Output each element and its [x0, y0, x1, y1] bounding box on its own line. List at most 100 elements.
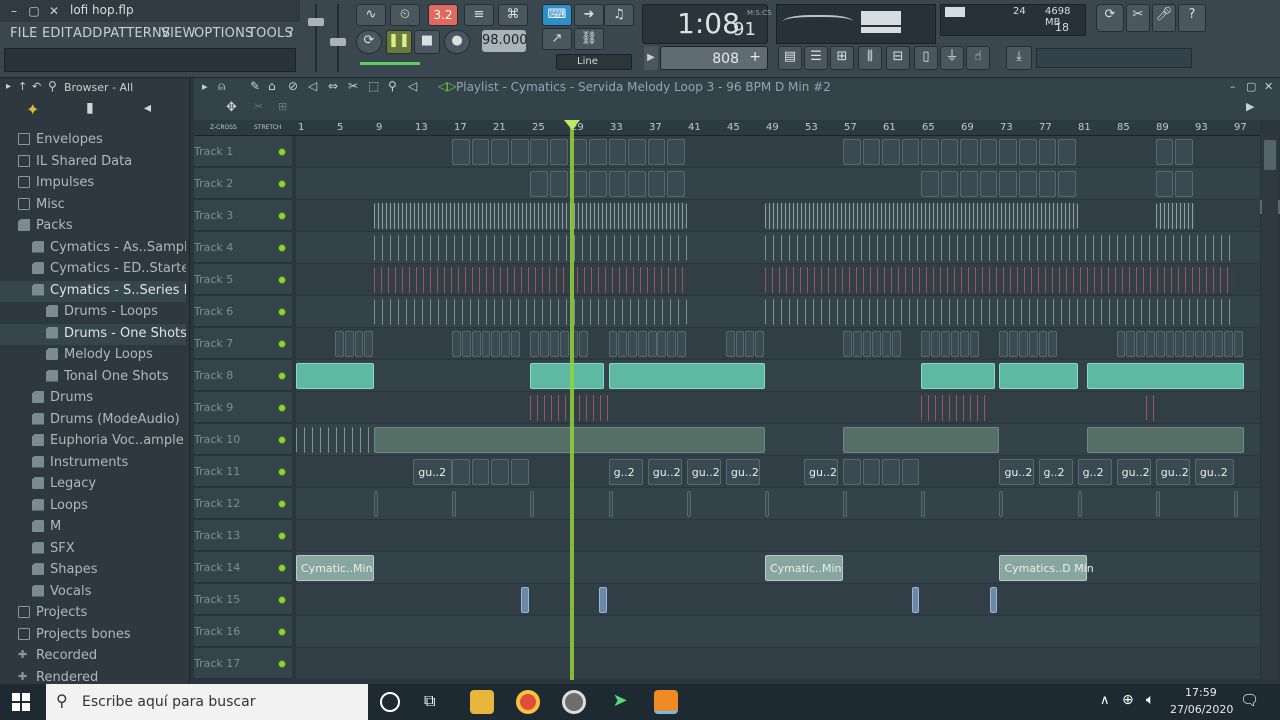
pattern-clip[interactable] — [1136, 331, 1145, 357]
pattern-clip[interactable] — [852, 331, 862, 357]
track-row[interactable] — [296, 392, 1260, 424]
pattern-clip[interactable] — [491, 139, 509, 165]
pattern-clip[interactable] — [725, 331, 735, 357]
pattern-clip[interactable] — [589, 139, 607, 165]
pattern-clip[interactable] — [940, 171, 959, 197]
menu-add[interactable]: ADD — [73, 26, 103, 41]
snap-icon-button[interactable]: ↗ — [542, 28, 572, 50]
pattern-clip[interactable] — [999, 171, 1018, 197]
pattern-clip[interactable] — [335, 331, 344, 357]
plugin-picker-icon[interactable]: ⊟ — [886, 46, 910, 70]
browser-item[interactable]: Envelopes — [0, 130, 186, 151]
touch-icon[interactable]: ☝ — [966, 46, 990, 70]
pattern-selector[interactable]: 808 + — [660, 46, 768, 70]
pattern-clip[interactable] — [296, 427, 375, 453]
pattern-clip[interactable] — [530, 139, 549, 165]
pattern-clip[interactable] — [647, 171, 666, 197]
pattern-clip[interactable] — [1185, 331, 1194, 357]
pattern-clip[interactable] — [530, 491, 535, 517]
notifications-icon[interactable]: 🗨︎ — [1240, 691, 1259, 709]
pattern-clip[interactable] — [882, 459, 900, 485]
browser-item[interactable]: M — [0, 517, 186, 538]
pattern-clip[interactable] — [608, 139, 627, 165]
pattern-clip[interactable] — [921, 395, 990, 421]
pattern-clip[interactable] — [911, 587, 920, 613]
zoom-tool-icon[interactable]: ⚲ — [388, 79, 397, 93]
pattern-clip[interactable] — [344, 331, 354, 357]
pattern-clip[interactable] — [1077, 491, 1082, 517]
track-row[interactable] — [296, 328, 1260, 360]
pattern-clip[interactable] — [628, 331, 637, 357]
pattern-clip[interactable] — [901, 459, 920, 485]
playlist-minimize-icon[interactable]: – — [1230, 80, 1236, 93]
pattern-clip[interactable] — [1038, 139, 1057, 165]
track-row[interactable] — [296, 136, 1260, 168]
pattern-clip[interactable] — [667, 171, 685, 197]
track-mute-led[interactable] — [278, 244, 286, 252]
playhead-marker[interactable] — [564, 120, 580, 130]
pattern-clip[interactable] — [764, 491, 769, 517]
pattern-clip[interactable] — [491, 459, 509, 485]
file-explorer-icon[interactable] — [470, 690, 494, 714]
wait-input-button[interactable]: ⏲ — [390, 4, 420, 26]
pattern-clip[interactable] — [862, 459, 881, 485]
pattern-clip[interactable] — [764, 299, 1234, 325]
pattern-clip[interactable] — [1165, 331, 1175, 357]
pattern-clip[interactable] — [1175, 331, 1185, 357]
scroll-right-icon[interactable]: ▶ — [1246, 100, 1254, 113]
nudge-icon[interactable]: ✥ — [226, 100, 237, 115]
track-mute-led[interactable] — [278, 404, 286, 412]
pattern-clip[interactable] — [1204, 331, 1214, 357]
pattern-clip[interactable] — [530, 363, 604, 389]
pattern-clip[interactable] — [1038, 171, 1057, 197]
pattern-clip[interactable] — [901, 139, 920, 165]
track-header[interactable]: Track 10 — [194, 424, 292, 455]
multilink-button[interactable]: ♫ — [604, 4, 634, 26]
pattern-clip[interactable] — [1018, 171, 1037, 197]
volume-icon[interactable]: 🔈︎ — [1146, 692, 1154, 708]
pattern-clip[interactable] — [510, 459, 529, 485]
track-mute-led[interactable] — [278, 532, 286, 540]
pattern-clip[interactable] — [921, 331, 931, 357]
pattern-clip[interactable] — [540, 331, 550, 357]
browser-item[interactable]: Drums (ModeAudio) — [0, 410, 186, 431]
pattern-clip[interactable] — [686, 491, 691, 517]
pattern-clip[interactable] — [637, 331, 647, 357]
pattern-clip[interactable] — [843, 427, 1000, 453]
pattern-clip[interactable] — [598, 587, 607, 613]
browser-item[interactable]: Impulses — [0, 173, 186, 194]
metronome-button[interactable]: ∿ — [356, 4, 386, 26]
pattern-clip[interactable] — [1058, 171, 1076, 197]
record-button[interactable]: ● — [444, 30, 470, 54]
mixer-cut-icon[interactable]: ✂ — [1126, 4, 1150, 32]
clock-date[interactable]: 27/06/2020 — [1170, 703, 1233, 716]
pattern-clip[interactable] — [999, 363, 1078, 389]
pattern-clip[interactable] — [940, 331, 950, 357]
pattern-clip[interactable] — [872, 331, 882, 357]
pattern-clip[interactable] — [1233, 331, 1243, 357]
audio-clip[interactable]: Cymatic..Min — [296, 555, 375, 581]
browser-snap-icon[interactable]: ✦ — [26, 100, 39, 119]
master-volume-slider[interactable] — [306, 4, 326, 72]
pattern-clip[interactable] — [510, 139, 529, 165]
pattern-clip[interactable] — [882, 139, 900, 165]
pattern-clip[interactable] — [510, 331, 520, 357]
playlist-maximize-icon[interactable]: ▢ — [1246, 80, 1256, 93]
menu-edit[interactable]: EDIT — [42, 26, 73, 41]
pattern-clip[interactable] — [843, 139, 861, 165]
pattern-clip[interactable] — [979, 171, 998, 197]
pattern-clip[interactable] — [1009, 331, 1018, 357]
pattern-clip[interactable] — [608, 491, 613, 517]
track-header[interactable]: Track 7 — [194, 328, 292, 359]
browser-item[interactable]: Legacy — [0, 474, 186, 495]
pattern-clip[interactable] — [960, 171, 978, 197]
pattern-clip[interactable] — [1155, 331, 1165, 357]
piano-roll-icon[interactable]: ☰ — [804, 46, 828, 70]
pattern-clip[interactable]: gu..2 — [804, 459, 839, 485]
pattern-clip[interactable] — [999, 139, 1018, 165]
pattern-clip[interactable] — [374, 267, 687, 293]
pattern-clip[interactable] — [921, 171, 939, 197]
browser-back-icon[interactable]: ↶ — [32, 80, 41, 93]
master-pitch-slider[interactable] — [328, 4, 348, 72]
pattern-clip[interactable] — [1145, 395, 1156, 421]
